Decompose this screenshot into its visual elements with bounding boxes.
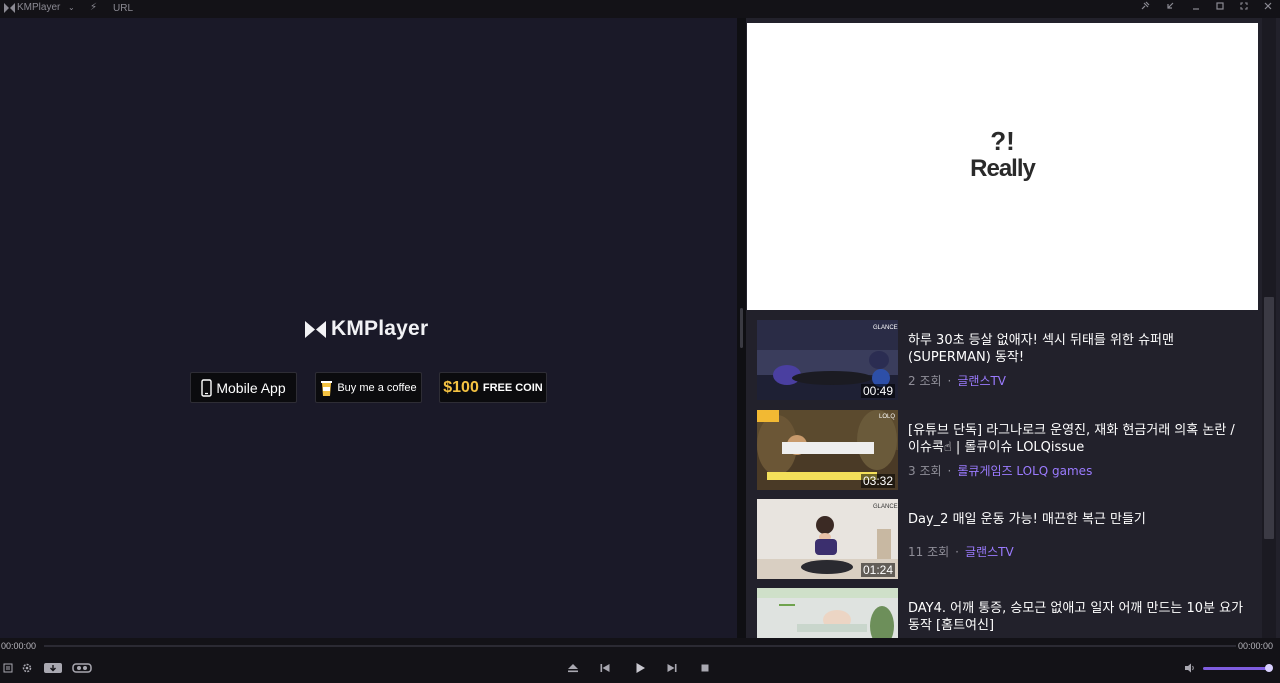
lightning-icon[interactable]: ⚡ <box>90 2 97 13</box>
panel-scrollbar[interactable] <box>1262 18 1276 638</box>
video-thumbnail[interactable]: GLANCE 00:49 <box>757 320 898 400</box>
video-duration: 00:49 <box>860 384 895 398</box>
video-title[interactable]: 하루 30초 등살 없애자! 섹시 뒤태를 위한 슈퍼맨 (SUPERMAN) … <box>908 332 1248 366</box>
scrollbar-thumb[interactable] <box>1264 297 1274 539</box>
buy-coffee-label: Buy me a coffee <box>337 381 417 394</box>
video-list-item[interactable]: LOLQ 03:32 [유튜브 단독] 라그나로크 운영진, 재화 현금거래 의… <box>757 410 1257 490</box>
video-thumbnail[interactable]: GLANCE 01:24 <box>757 499 898 579</box>
mobile-app-label: Mobile App <box>216 379 286 396</box>
ad-banner[interactable]: ?! Really <box>747 23 1258 310</box>
video-thumbnail[interactable] <box>757 588 898 638</box>
channel-link[interactable]: 글랜스TV <box>965 545 1014 559</box>
channel-link[interactable]: 롤큐게임즈 LOLQ games <box>957 464 1092 478</box>
previous-icon[interactable] <box>597 660 613 676</box>
minimize-icon[interactable] <box>1188 1 1204 17</box>
video-duration: 01:24 <box>860 563 895 577</box>
kmplayer-logo-icon <box>4 2 15 13</box>
view-count: 3 조회 <box>908 464 942 478</box>
app-name: KMPlayer <box>17 2 61 13</box>
video-meta: 2 조회 · 글랜스TV <box>908 372 1006 389</box>
view-count: 2 조회 <box>908 374 942 388</box>
seek-bar[interactable] <box>44 645 1236 647</box>
volume-slider-handle[interactable] <box>1265 664 1273 672</box>
video-list-item[interactable]: GLANCE 01:24 Day_2 매일 운동 가능! 매끈한 복근 만들기 … <box>757 499 1257 579</box>
video-title[interactable]: [유튜브 단독] 라그나로크 운영진, 재화 현금거래 의혹 논란 / 이슈콕☝… <box>908 422 1248 456</box>
settings-icon[interactable] <box>19 660 35 676</box>
brand-logo: KMPlayer <box>305 317 428 341</box>
video-list-item[interactable]: GLANCE 00:49 하루 30초 등살 없애자! 섹시 뒤태를 위한 슈퍼… <box>757 320 1257 400</box>
smartphone-icon <box>201 378 213 397</box>
coffee-cup-icon <box>321 380 333 396</box>
video-list-item[interactable]: DAY4. 어깨 통증, 승모근 없애고 일자 어깨 만드는 10분 요가 동작… <box>757 588 1257 638</box>
video-meta: 11 조회 · 글랜스TV <box>908 543 1014 560</box>
svg-text:GLANCE: GLANCE <box>873 325 898 331</box>
coin-amount: $100 <box>443 378 479 396</box>
free-coin-button[interactable]: $100 FREE COIN <box>439 372 547 403</box>
chevron-down-icon[interactable]: ⌄ <box>68 3 75 12</box>
banner-text: Really <box>970 155 1036 182</box>
total-time: 00:00:00 <box>1238 641 1274 651</box>
vr-icon[interactable] <box>71 660 93 676</box>
pin-icon[interactable] <box>1137 1 1153 17</box>
kmplayer-logo-icon <box>305 320 326 338</box>
download-icon[interactable] <box>42 660 64 676</box>
free-coin-label: FREE COIN <box>482 381 543 394</box>
close-icon[interactable] <box>1260 1 1276 17</box>
fullscreen-icon[interactable] <box>1236 1 1252 17</box>
brand-name: KMPlayer <box>331 317 429 340</box>
eject-icon[interactable] <box>565 660 581 676</box>
mobile-app-button[interactable]: Mobile App <box>190 372 297 403</box>
view-count: 11 조회 <box>908 545 950 559</box>
video-meta: 3 조회 · 롤큐게임즈 LOLQ games <box>908 462 1092 479</box>
elapsed-time: 00:00:00 <box>1 641 37 651</box>
seek-bar-row: 00:00:00 00:00:00 <box>0 638 1280 654</box>
video-title[interactable]: Day_2 매일 운동 가능! 매끈한 복근 만들기 <box>908 511 1248 528</box>
channel-link[interactable]: 글랜스TV <box>957 374 1006 388</box>
mini-mode-icon[interactable] <box>1162 1 1178 17</box>
maximize-icon[interactable] <box>1212 1 1228 17</box>
meta-separator: · <box>947 464 952 478</box>
video-duration: 03:32 <box>860 474 895 488</box>
recommendation-panel: ?! Really GLANCE 00:49 하루 30초 등살 없애자! 섹시… <box>746 18 1280 638</box>
kmplayer-window: KMPlayer ⌄ ⚡ URL KMPlayer Mobile App Buy… <box>0 0 1280 683</box>
video-title[interactable]: DAY4. 어깨 통증, 승모근 없애고 일자 어깨 만드는 10분 요가 동작… <box>908 600 1248 634</box>
svg-text:GLANCE: GLANCE <box>873 504 898 510</box>
meta-separator: · <box>955 545 959 559</box>
volume-slider[interactable] <box>1203 667 1269 670</box>
meta-separator: · <box>947 374 952 388</box>
title-bar: KMPlayer ⌄ ⚡ URL <box>0 0 1280 18</box>
play-icon[interactable] <box>632 660 648 676</box>
control-bar <box>0 654 1280 683</box>
stop-icon[interactable] <box>697 660 713 676</box>
video-thumbnail[interactable]: LOLQ 03:32 <box>757 410 898 490</box>
video-area[interactable]: KMPlayer Mobile App Buy me a coffee $100… <box>0 18 737 638</box>
app-menu[interactable]: KMPlayer <box>4 2 60 13</box>
panel-splitter[interactable] <box>737 18 746 638</box>
svg-text:LOLQ: LOLQ <box>879 414 895 420</box>
playlist-icon[interactable] <box>0 660 16 676</box>
banner-headline: ?! <box>990 126 1015 156</box>
next-icon[interactable] <box>664 660 680 676</box>
volume-icon[interactable] <box>1182 660 1198 676</box>
buy-coffee-button[interactable]: Buy me a coffee <box>315 372 422 403</box>
url-button[interactable]: URL <box>113 3 133 14</box>
splitter-grip[interactable] <box>740 308 743 348</box>
